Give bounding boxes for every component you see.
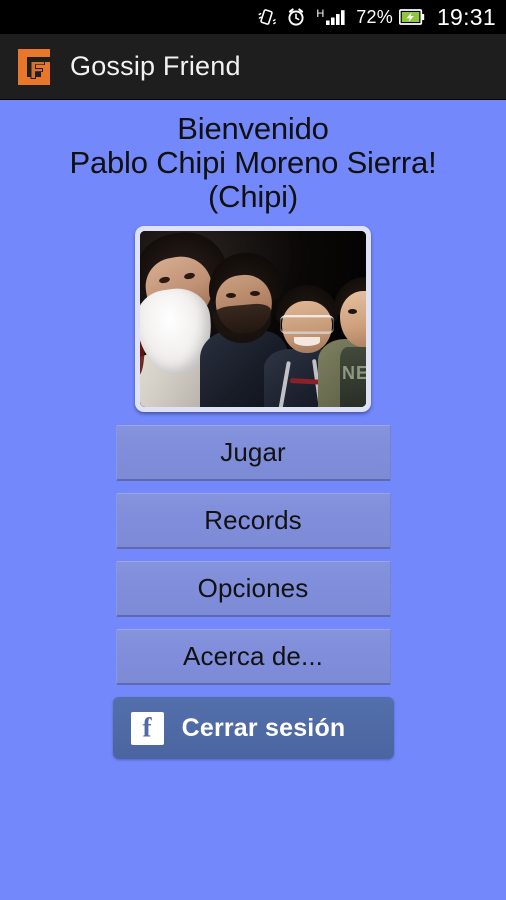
play-button-label: Jugar <box>220 437 286 467</box>
action-bar: Gossip Friend <box>0 34 506 100</box>
photo-person-2-eye-right <box>250 291 260 296</box>
play-button[interactable]: Jugar <box>115 425 391 481</box>
facebook-logout-button[interactable]: Cerrar sesión <box>112 697 394 759</box>
records-button-label: Records <box>204 505 302 535</box>
alarm-clock-icon <box>286 7 306 27</box>
facebook-icon <box>130 711 164 745</box>
vibrate-icon <box>257 7 277 27</box>
about-button[interactable]: Acerca de... <box>115 629 391 685</box>
main-menu: Jugar Records Opciones Acerca de... <box>115 425 391 685</box>
about-button-label: Acerca de... <box>183 641 323 671</box>
gossip-friend-logo-icon <box>14 46 54 88</box>
welcome-message: Bienvenido Pablo Chipi Moreno Sierra! (C… <box>0 100 506 214</box>
profile-photo: NE <box>140 231 366 407</box>
welcome-nickname: (Chipi) <box>208 179 298 214</box>
status-bar: H 72% 19:31 <box>0 0 506 34</box>
network-type-label: H <box>316 8 325 20</box>
battery-charging-icon <box>398 9 425 25</box>
main-content: Bienvenido Pablo Chipi Moreno Sierra! (C… <box>0 100 506 900</box>
photo-person-4-shirt-text: NE <box>342 363 366 383</box>
photo-person-2-eye-left <box>226 293 236 298</box>
photo-person-3-glasses <box>280 315 334 334</box>
battery-percent-label: 72% <box>356 6 393 27</box>
signal-bars-icon: H <box>316 7 347 27</box>
options-button[interactable]: Opciones <box>115 561 391 617</box>
photo-person-3-smile <box>294 337 320 346</box>
facebook-logout-label: Cerrar sesión <box>181 713 346 742</box>
options-button-label: Opciones <box>197 573 309 603</box>
photo-person-4-eye-left <box>348 309 357 314</box>
profile-photo-frame: NE <box>135 226 371 412</box>
welcome-user-name: Pablo Chipi Moreno Sierra! <box>69 145 437 180</box>
records-button[interactable]: Records <box>115 493 391 549</box>
app-screen: H 72% 19:31 Gossip Friend Bienvenido Pab… <box>0 0 506 900</box>
welcome-line-1: Bienvenido <box>177 111 329 146</box>
app-title: Gossip Friend <box>70 51 241 81</box>
status-clock: 19:31 <box>436 3 496 30</box>
